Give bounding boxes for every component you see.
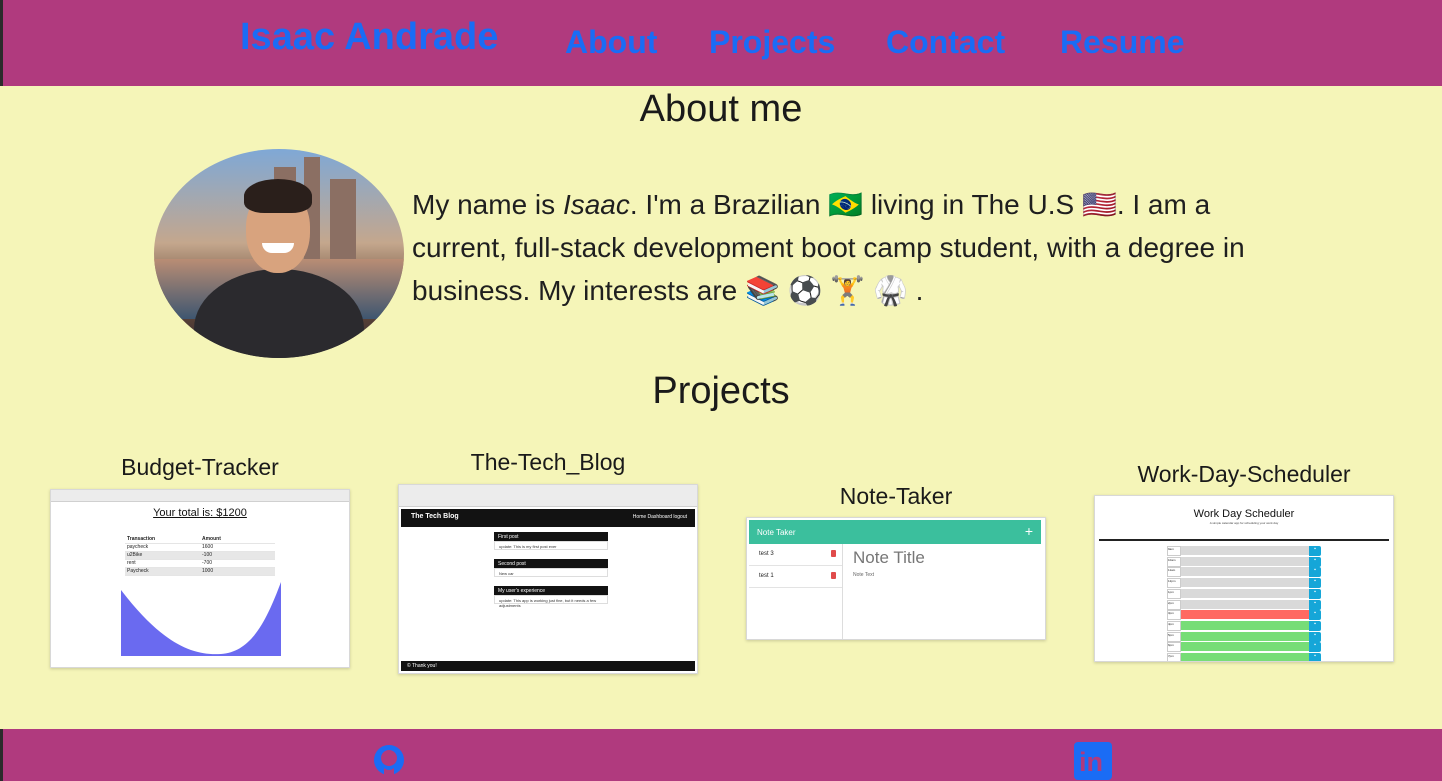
wd-hour-label: 1pm bbox=[1167, 588, 1181, 599]
project-screenshot-tech-blog[interactable]: The Tech Blog Home Dashboard logout Firs… bbox=[398, 484, 698, 674]
projects-title: Projects bbox=[652, 370, 790, 412]
wd-hour-row: 5pm ▪ bbox=[1167, 631, 1321, 642]
project-screenshot-budget-tracker[interactable]: Your total is: $1200 Transaction Amount p… bbox=[50, 489, 350, 668]
save-icon: ▪ bbox=[1309, 578, 1321, 589]
wd-subtitle: A simple calendar app for scheduling you… bbox=[1209, 521, 1279, 525]
save-icon: ▪ bbox=[1309, 599, 1321, 610]
github-icon[interactable] bbox=[373, 744, 405, 776]
wd-hour-row: 3pm ▪ bbox=[1167, 610, 1321, 621]
wd-hour-block bbox=[1181, 546, 1309, 556]
save-icon: ▪ bbox=[1309, 610, 1321, 621]
save-icon: ▪ bbox=[1309, 642, 1321, 653]
nt-text: Note Text bbox=[853, 572, 875, 578]
wd-hour-label: 3pm bbox=[1167, 610, 1181, 621]
wd-hour-label: 12pm bbox=[1167, 578, 1181, 589]
wd-hour-row: 12pm ▪ bbox=[1167, 578, 1321, 589]
nt-title: Note Title bbox=[853, 548, 925, 567]
site-header: Isaac Andrade About Projects Contact Res… bbox=[0, 0, 1442, 86]
wd-title: Work Day Scheduler bbox=[1193, 508, 1295, 520]
wd-hour-block bbox=[1181, 653, 1309, 661]
wd-hour-row: 7pm ▪ bbox=[1167, 653, 1321, 661]
tb-links: Home Dashboard logout bbox=[632, 514, 687, 520]
nt-header: Note Taker + bbox=[749, 520, 1041, 544]
tb-post: First post update: This is my first post… bbox=[494, 532, 608, 550]
wd-hour-block bbox=[1181, 556, 1309, 567]
brand-link[interactable]: Isaac Andrade bbox=[240, 16, 498, 59]
wd-hour-block bbox=[1181, 578, 1309, 589]
wd-hour-block bbox=[1181, 631, 1309, 642]
wd-hour-row: 11am ▪ bbox=[1167, 567, 1321, 578]
trash-icon bbox=[831, 572, 836, 579]
linkedin-icon[interactable]: in bbox=[1074, 742, 1112, 780]
trash-icon bbox=[831, 550, 836, 557]
project-name-tech-blog[interactable]: The-Tech_Blog bbox=[398, 449, 698, 476]
wd-hour-row: 6pm ▪ bbox=[1167, 642, 1321, 653]
wd-hour-label: 4pm bbox=[1167, 620, 1181, 631]
wd-hour-row: 2pm ▪ bbox=[1167, 599, 1321, 610]
project-name-work-day-scheduler[interactable]: Work-Day-Scheduler bbox=[1094, 461, 1394, 488]
wd-hour-row: 10am ▪ bbox=[1167, 556, 1321, 567]
site-footer: in bbox=[0, 729, 1442, 781]
save-icon: ▪ bbox=[1309, 653, 1321, 661]
wd-hour-label: 11am bbox=[1167, 567, 1181, 578]
wd-hour-block bbox=[1181, 588, 1309, 599]
nav-projects[interactable]: Projects bbox=[709, 24, 835, 61]
project-name-budget-tracker[interactable]: Budget-Tracker bbox=[50, 454, 350, 481]
save-icon: ▪ bbox=[1309, 588, 1321, 599]
wd-hour-label: 2pm bbox=[1167, 599, 1181, 610]
tb-post: Second post New car bbox=[494, 559, 608, 577]
wd-hour-block bbox=[1181, 610, 1309, 621]
save-icon: ▪ bbox=[1309, 631, 1321, 642]
avatar bbox=[154, 149, 404, 358]
tb-brand: The Tech Blog bbox=[411, 513, 459, 520]
tb-footer: © Thank you! bbox=[401, 661, 695, 671]
project-screenshot-note-taker[interactable]: Note Taker + test 3 test 1 Note Title No… bbox=[746, 517, 1046, 640]
wd-hour-block bbox=[1181, 567, 1309, 578]
plus-icon: + bbox=[1024, 523, 1033, 539]
wd-hour-row: 9am ▪ bbox=[1167, 546, 1321, 556]
bt-table: Transaction Amount paycheck 1600 u2Bike -10… bbox=[125, 536, 275, 576]
wd-hour-row: 1pm ▪ bbox=[1167, 588, 1321, 599]
save-icon: ▪ bbox=[1309, 567, 1321, 578]
project-name-note-taker[interactable]: Note-Taker bbox=[746, 483, 1046, 510]
wd-hour-label: 6pm bbox=[1167, 642, 1181, 653]
wd-hour-block bbox=[1181, 599, 1309, 610]
nav-contact[interactable]: Contact bbox=[886, 24, 1005, 61]
wd-hour-label: 5pm bbox=[1167, 631, 1181, 642]
bio-text: My name is Isaac. I'm a Brazilian 🇧🇷 liv… bbox=[412, 183, 1292, 312]
save-icon: ▪ bbox=[1309, 556, 1321, 567]
tb-post: My user's experience update: This app is… bbox=[494, 586, 608, 608]
save-icon: ▪ bbox=[1309, 620, 1321, 631]
bio-name: Isaac bbox=[562, 189, 630, 220]
nav-resume[interactable]: Resume bbox=[1060, 24, 1185, 61]
wd-hour-row: 4pm ▪ bbox=[1167, 620, 1321, 631]
nt-list: test 3 test 1 bbox=[749, 544, 843, 639]
wd-hour-label: 9am bbox=[1167, 546, 1181, 556]
wd-hour-label: 7pm bbox=[1167, 653, 1181, 661]
bt-total: Your total is: $1200 bbox=[153, 507, 247, 519]
bt-area-chart bbox=[121, 582, 281, 656]
wd-hour-block bbox=[1181, 620, 1309, 631]
project-screenshot-work-day-scheduler[interactable]: Work Day Scheduler A simple calendar app… bbox=[1094, 495, 1394, 662]
nav-about[interactable]: About bbox=[565, 24, 657, 61]
about-title: About me bbox=[639, 88, 803, 130]
save-icon: ▪ bbox=[1309, 546, 1321, 556]
bio-part1: My name is bbox=[412, 189, 563, 220]
wd-hour-label: 10am bbox=[1167, 556, 1181, 567]
wd-hour-block bbox=[1181, 642, 1309, 653]
